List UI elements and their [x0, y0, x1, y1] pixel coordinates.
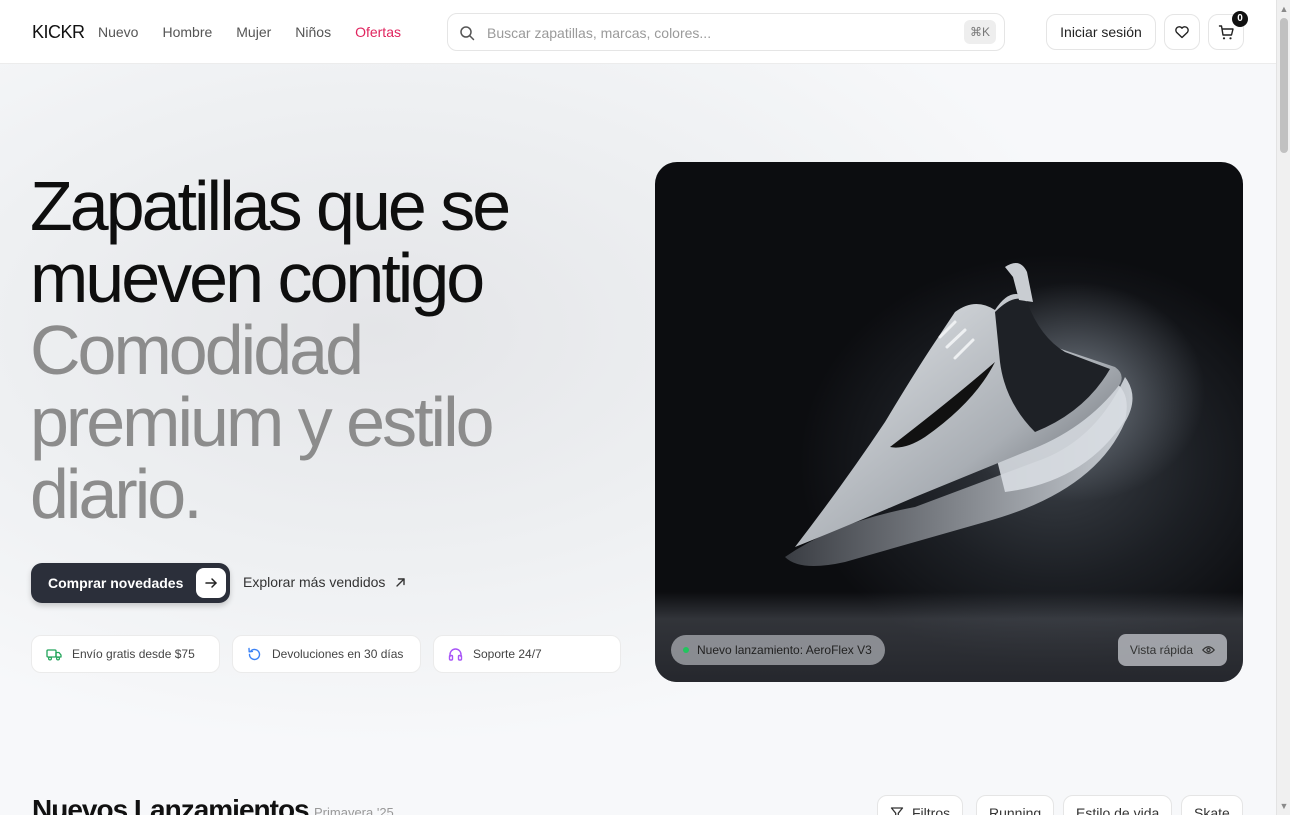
chip-label: Skate	[1194, 805, 1230, 815]
filter-chip-lifestyle[interactable]: Estilo de vida	[1063, 795, 1173, 815]
headline-subline: premium y estilo	[30, 383, 495, 461]
cart-button[interactable]: 0	[1208, 11, 1248, 50]
filter-icon	[890, 807, 904, 815]
refresh-icon	[248, 647, 261, 660]
feature-support: Soporte 24/7	[433, 635, 621, 673]
wishlist-button[interactable]	[1164, 14, 1200, 50]
explore-bestsellers-label: Explorar más vendidos	[243, 574, 386, 590]
filters-label: Filtros	[912, 805, 951, 815]
nav-item-ofertas[interactable]: Ofertas	[355, 24, 401, 40]
headline-line: Zapatillas que se	[30, 167, 511, 245]
hero-headline: Zapatillas que se mueven contigo Comodid…	[30, 170, 630, 530]
search-input[interactable]	[487, 23, 947, 43]
filter-chip-running[interactable]: Running	[976, 795, 1055, 815]
quick-view-label: Vista rápida	[1129, 643, 1193, 657]
top-header: KICKR Nuevo Hombre Mujer Niños Ofertas ⌘…	[0, 0, 1276, 64]
scroll-thumb[interactable]	[1280, 18, 1288, 153]
hero-product-card[interactable]: Nuevo lanzamiento: AeroFlex V3 Vista ráp…	[655, 162, 1243, 682]
headline-line: mueven contigo	[30, 239, 485, 317]
chip-label: Running	[989, 805, 1042, 815]
search-bar[interactable]: ⌘K	[447, 13, 1005, 51]
nav-item-ninos[interactable]: Niños	[295, 24, 331, 40]
scroll-up-arrow[interactable]: ▲	[1277, 2, 1290, 16]
feature-label: Soporte 24/7	[473, 647, 542, 661]
heart-icon	[1175, 26, 1189, 39]
quick-view-button[interactable]: Vista rápida	[1117, 634, 1227, 666]
search-icon	[460, 26, 475, 41]
page-scrollbar[interactable]: ▲ ▼	[1276, 0, 1290, 815]
feature-label: Envío gratis desde $75	[72, 647, 195, 661]
chip-label: Estilo de vida	[1076, 805, 1160, 815]
new-release-badge[interactable]: Nuevo lanzamiento: AeroFlex V3	[671, 635, 885, 665]
feature-returns: Devoluciones en 30 días	[232, 635, 421, 673]
explore-bestsellers-link[interactable]: Explorar más vendidos	[243, 574, 406, 590]
shop-new-button[interactable]: Comprar novedades	[31, 563, 230, 603]
scroll-down-arrow[interactable]: ▼	[1277, 799, 1290, 813]
shop-new-label: Comprar novedades	[48, 575, 184, 591]
cart-count-badge: 0	[1232, 11, 1248, 27]
arrow-up-right-icon	[396, 577, 406, 587]
search-shortcut-badge: ⌘K	[963, 20, 996, 44]
headline-subline: Comodidad	[30, 311, 364, 389]
nav-item-hombre[interactable]: Hombre	[162, 24, 212, 40]
status-dot	[683, 647, 689, 653]
page: KICKR Nuevo Hombre Mujer Niños Ofertas ⌘…	[0, 0, 1276, 815]
filter-chip-skate[interactable]: Skate	[1181, 795, 1243, 815]
login-button[interactable]: Iniciar sesión	[1046, 14, 1156, 50]
truck-icon	[46, 649, 62, 661]
headline-subline: diario.	[30, 455, 203, 533]
main-nav: Nuevo Hombre Mujer Niños Ofertas	[98, 24, 425, 40]
eye-icon	[1202, 646, 1215, 654]
nav-item-mujer[interactable]: Mujer	[236, 24, 271, 40]
cart-icon	[1218, 24, 1234, 39]
section-subtitle: Primavera '25	[314, 805, 394, 815]
brand-logo[interactable]: KICKR	[32, 22, 85, 43]
feature-free-shipping: Envío gratis desde $75	[31, 635, 220, 673]
feature-label: Devoluciones en 30 días	[272, 647, 404, 661]
new-release-label: Nuevo lanzamiento: AeroFlex V3	[697, 643, 872, 657]
arrow-right-icon	[196, 568, 226, 598]
nav-item-nuevo[interactable]: Nuevo	[98, 24, 138, 40]
filters-button[interactable]: Filtros	[877, 795, 964, 815]
section-title: Nuevos Lanzamientos	[32, 794, 310, 815]
headphones-icon	[448, 647, 463, 661]
